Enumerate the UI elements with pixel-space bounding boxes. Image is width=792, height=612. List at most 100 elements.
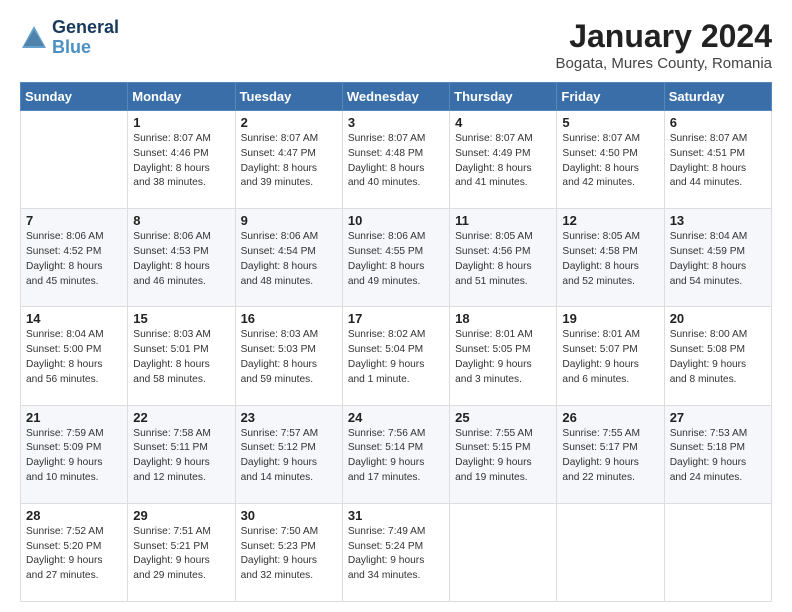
main-title: January 2024 — [556, 18, 773, 55]
day-cell: 9Sunrise: 8:06 AMSunset: 4:54 PMDaylight… — [235, 209, 342, 307]
day-cell: 23 Sunrise: 7:57 AMSunset: 5:12 PMDayligh… — [235, 405, 342, 503]
title-block: January 2024 Bogata, Mures County, Roman… — [556, 18, 773, 72]
day-info: Sunrise: 8:06 AMSunset: 4:52 PMDaylight:… — [26, 230, 122, 289]
day-info: Sunrise: 8:00 AMSunset: 5:08 PMDaylight:… — [670, 328, 766, 387]
logo-line2: Blue — [52, 38, 119, 58]
day-cell: 28 Sunrise: 7:52 AMSunset: 5:20 PMDayligh… — [21, 503, 128, 601]
day-cell: 29 Sunrise: 7:51 AMSunset: 5:21 PMDayligh… — [128, 503, 235, 601]
page: General Blue January 2024 Bogata, Mures … — [0, 0, 792, 612]
day-info: Sunrise: 7:51 AMSunset: 5:21 PMDaylight:… — [133, 525, 229, 584]
day-cell: 19 Sunrise: 8:01 AMSunset: 5:07 PMDayligh… — [557, 307, 664, 405]
subtitle: Bogata, Mures County, Romania — [556, 55, 773, 72]
calendar: SundayMondayTuesdayWednesdayThursdayFrid… — [20, 82, 772, 602]
day-cell: 20 Sunrise: 8:00 AMSunset: 5:08 PMDayligh… — [664, 307, 771, 405]
day-info: Sunrise: 7:55 AMSunset: 5:15 PMDaylight:… — [455, 427, 551, 486]
week-row-2: 14 Sunrise: 8:04 AMSunset: 5:00 PMDayligh… — [21, 307, 772, 405]
day-number: 15 — [133, 311, 229, 326]
day-number: 8 — [133, 213, 229, 228]
day-number: 11 — [455, 213, 551, 228]
day-number: 27 — [670, 410, 766, 425]
day-number: 26 — [562, 410, 658, 425]
day-number: 21 — [26, 410, 122, 425]
day-number: 10 — [348, 213, 444, 228]
day-info: Sunrise: 8:07 AMSunset: 4:48 PMDaylight:… — [348, 132, 444, 191]
day-cell: 15 Sunrise: 8:03 AMSunset: 5:01 PMDayligh… — [128, 307, 235, 405]
day-number: 24 — [348, 410, 444, 425]
header-cell-saturday: Saturday — [664, 83, 771, 111]
day-info: Sunrise: 8:07 AMSunset: 4:47 PMDaylight:… — [241, 132, 337, 191]
week-row-0: 1Sunrise: 8:07 AMSunset: 4:46 PMDaylight… — [21, 111, 772, 209]
day-number: 12 — [562, 213, 658, 228]
header: General Blue January 2024 Bogata, Mures … — [20, 18, 772, 72]
day-info: Sunrise: 8:03 AMSunset: 5:01 PMDaylight:… — [133, 328, 229, 387]
day-cell: 25 Sunrise: 7:55 AMSunset: 5:15 PMDayligh… — [450, 405, 557, 503]
day-cell: 30 Sunrise: 7:50 AMSunset: 5:23 PMDayligh… — [235, 503, 342, 601]
day-info: Sunrise: 7:56 AMSunset: 5:14 PMDaylight:… — [348, 427, 444, 486]
day-number: 31 — [348, 508, 444, 523]
day-number: 14 — [26, 311, 122, 326]
day-info: Sunrise: 7:53 AMSunset: 5:18 PMDaylight:… — [670, 427, 766, 486]
day-cell — [664, 503, 771, 601]
header-cell-sunday: Sunday — [21, 83, 128, 111]
day-number: 18 — [455, 311, 551, 326]
day-number: 23 — [241, 410, 337, 425]
header-row: SundayMondayTuesdayWednesdayThursdayFrid… — [21, 83, 772, 111]
day-cell: 18 Sunrise: 8:01 AMSunset: 5:05 PMDayligh… — [450, 307, 557, 405]
day-number: 19 — [562, 311, 658, 326]
day-info: Sunrise: 8:06 AMSunset: 4:53 PMDaylight:… — [133, 230, 229, 289]
day-number: 7 — [26, 213, 122, 228]
day-number: 2 — [241, 115, 337, 130]
day-number: 22 — [133, 410, 229, 425]
day-info: Sunrise: 7:57 AMSunset: 5:12 PMDaylight:… — [241, 427, 337, 486]
header-cell-tuesday: Tuesday — [235, 83, 342, 111]
day-info: Sunrise: 7:58 AMSunset: 5:11 PMDaylight:… — [133, 427, 229, 486]
calendar-header: SundayMondayTuesdayWednesdayThursdayFrid… — [21, 83, 772, 111]
day-info: Sunrise: 7:49 AMSunset: 5:24 PMDaylight:… — [348, 525, 444, 584]
day-info: Sunrise: 8:07 AMSunset: 4:46 PMDaylight:… — [133, 132, 229, 191]
day-number: 20 — [670, 311, 766, 326]
day-number: 30 — [241, 508, 337, 523]
day-info: Sunrise: 7:55 AMSunset: 5:17 PMDaylight:… — [562, 427, 658, 486]
day-number: 29 — [133, 508, 229, 523]
day-info: Sunrise: 7:59 AMSunset: 5:09 PMDaylight:… — [26, 427, 122, 486]
header-cell-thursday: Thursday — [450, 83, 557, 111]
day-info: Sunrise: 8:04 AMSunset: 4:59 PMDaylight:… — [670, 230, 766, 289]
day-cell: 26 Sunrise: 7:55 AMSunset: 5:17 PMDayligh… — [557, 405, 664, 503]
day-info: Sunrise: 8:01 AMSunset: 5:05 PMDaylight:… — [455, 328, 551, 387]
day-cell — [450, 503, 557, 601]
day-info: Sunrise: 7:52 AMSunset: 5:20 PMDaylight:… — [26, 525, 122, 584]
day-cell: 31 Sunrise: 7:49 AMSunset: 5:24 PMDayligh… — [342, 503, 449, 601]
day-info: Sunrise: 8:02 AMSunset: 5:04 PMDaylight:… — [348, 328, 444, 387]
day-number: 4 — [455, 115, 551, 130]
day-number: 25 — [455, 410, 551, 425]
week-row-3: 21 Sunrise: 7:59 AMSunset: 5:09 PMDayligh… — [21, 405, 772, 503]
day-info: Sunrise: 8:04 AMSunset: 5:00 PMDaylight:… — [26, 328, 122, 387]
day-cell: 27 Sunrise: 7:53 AMSunset: 5:18 PMDayligh… — [664, 405, 771, 503]
logo: General Blue — [20, 18, 119, 58]
day-number: 5 — [562, 115, 658, 130]
day-cell: 24 Sunrise: 7:56 AMSunset: 5:14 PMDayligh… — [342, 405, 449, 503]
calendar-body: 1Sunrise: 8:07 AMSunset: 4:46 PMDaylight… — [21, 111, 772, 602]
header-cell-wednesday: Wednesday — [342, 83, 449, 111]
week-row-1: 7 Sunrise: 8:06 AMSunset: 4:52 PMDaylight… — [21, 209, 772, 307]
header-cell-friday: Friday — [557, 83, 664, 111]
day-number: 16 — [241, 311, 337, 326]
day-cell: 3Sunrise: 8:07 AMSunset: 4:48 PMDaylight… — [342, 111, 449, 209]
day-cell: 8 Sunrise: 8:06 AMSunset: 4:53 PMDaylight… — [128, 209, 235, 307]
day-number: 28 — [26, 508, 122, 523]
day-cell: 17Sunrise: 8:02 AMSunset: 5:04 PMDayligh… — [342, 307, 449, 405]
day-cell: 4 Sunrise: 8:07 AMSunset: 4:49 PMDaylight… — [450, 111, 557, 209]
day-info: Sunrise: 8:01 AMSunset: 5:07 PMDaylight:… — [562, 328, 658, 387]
day-info: Sunrise: 7:50 AMSunset: 5:23 PMDaylight:… — [241, 525, 337, 584]
logo-line1: General — [52, 18, 119, 38]
day-info: Sunrise: 8:03 AMSunset: 5:03 PMDaylight:… — [241, 328, 337, 387]
day-cell: 16 Sunrise: 8:03 AMSunset: 5:03 PMDayligh… — [235, 307, 342, 405]
week-row-4: 28 Sunrise: 7:52 AMSunset: 5:20 PMDayligh… — [21, 503, 772, 601]
day-cell: 10 Sunrise: 8:06 AMSunset: 4:55 PMDayligh… — [342, 209, 449, 307]
day-info: Sunrise: 8:06 AMSunset: 4:55 PMDaylight:… — [348, 230, 444, 289]
day-cell: 12Sunrise: 8:05 AMSunset: 4:58 PMDayligh… — [557, 209, 664, 307]
day-number: 6 — [670, 115, 766, 130]
day-cell: 22 Sunrise: 7:58 AMSunset: 5:11 PMDayligh… — [128, 405, 235, 503]
day-cell: 11Sunrise: 8:05 AMSunset: 4:56 PMDayligh… — [450, 209, 557, 307]
day-info: Sunrise: 8:07 AMSunset: 4:49 PMDaylight:… — [455, 132, 551, 191]
